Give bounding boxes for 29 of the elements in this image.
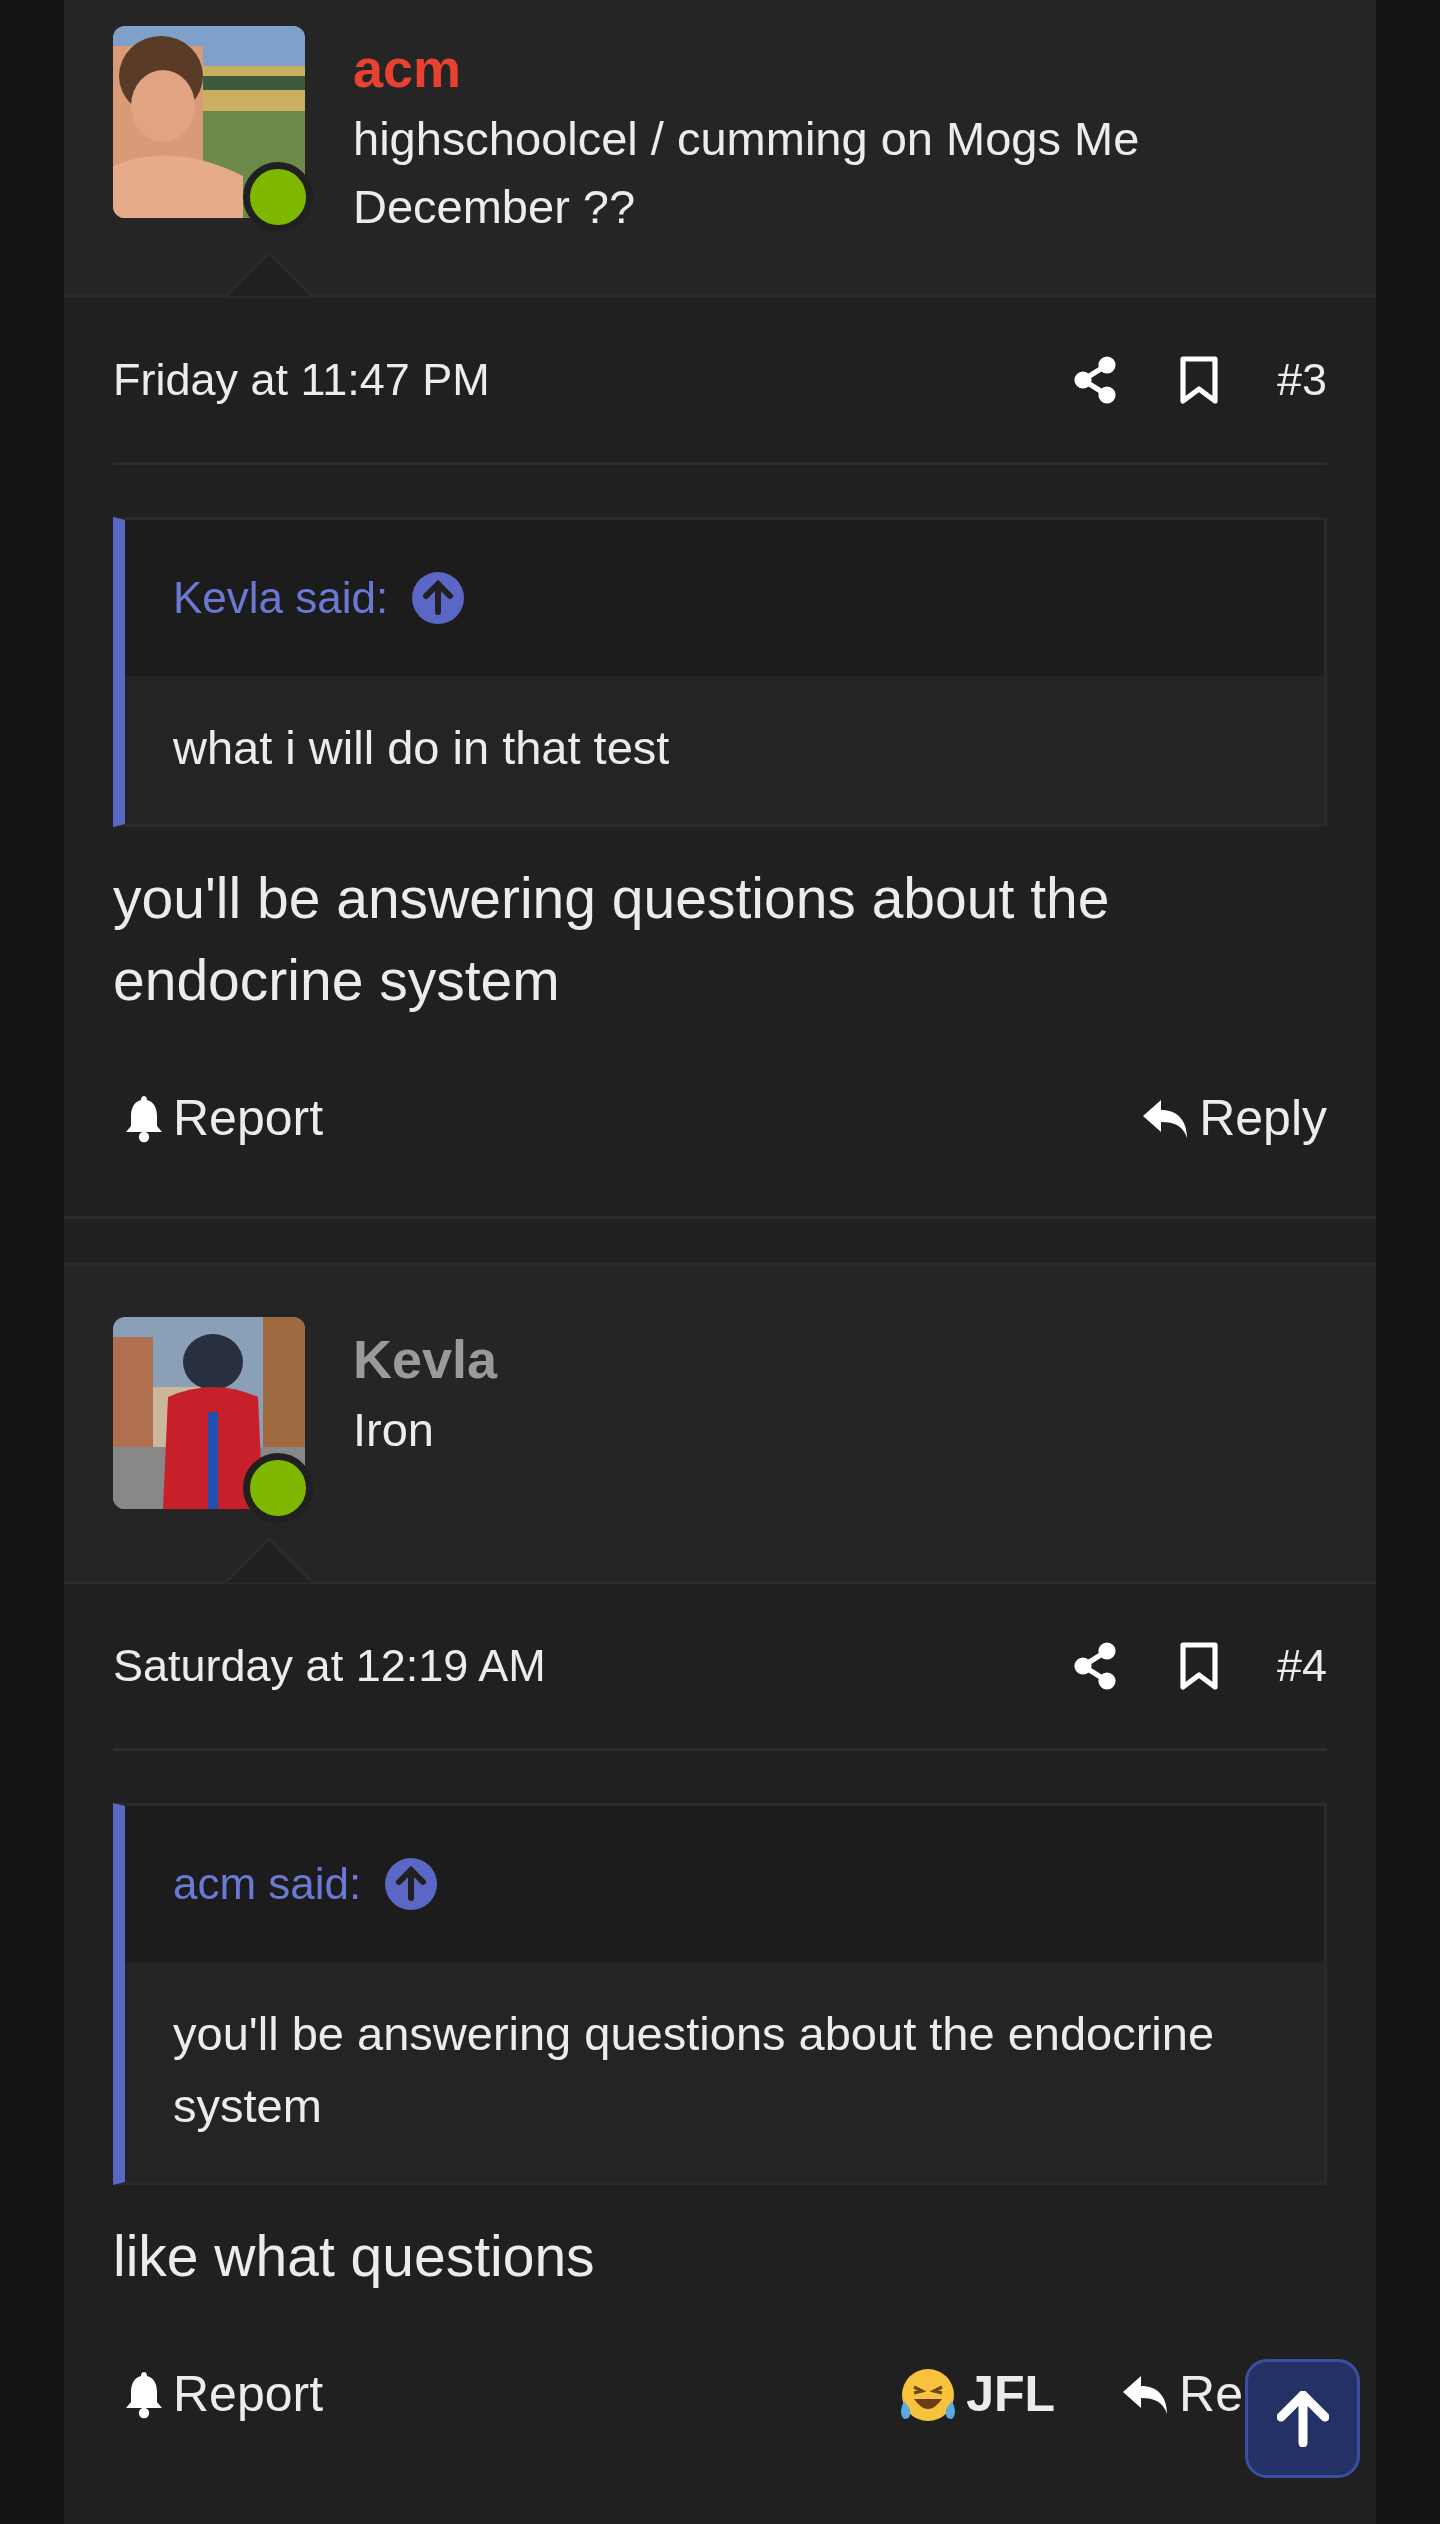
bookmark-icon[interactable] [1178,1641,1219,1691]
report-button[interactable]: Report [123,2357,324,2432]
username[interactable]: acm [353,36,1327,101]
share-icon[interactable] [1072,356,1117,404]
quote-text: you'll be answering questions about the endocrine system [125,1962,1324,2182]
username[interactable]: Kevla [353,1327,498,1392]
scroll-to-top-button[interactable] [1245,2359,1360,2478]
post-date[interactable]: Saturday at 12:19 AM [113,1632,546,1700]
post-date[interactable]: Friday at 11:47 PM [113,346,490,414]
arrow-up-circle-icon[interactable] [385,1858,438,1910]
post-body-text: you'll be answering questions about the endocrine system [113,865,1111,1014]
quote-text: what i will do in that test [125,676,1324,824]
report-button[interactable]: Report [123,1081,324,1156]
reaction-button[interactable]: JFL [898,2357,1056,2432]
post-number[interactable]: #4 [1276,1632,1327,1700]
bell-icon [123,1093,165,1144]
quote-author-link[interactable]: acm said: [173,1851,362,1917]
arrow-up-icon [1276,2390,1329,2447]
post-number[interactable]: #3 [1276,346,1327,414]
arrow-up-circle-icon[interactable] [412,572,465,624]
bookmark-icon[interactable] [1178,355,1219,405]
user-title: Iron [353,1401,435,1458]
share-icon[interactable] [1072,1642,1117,1690]
reply-button[interactable]: Reply [1141,1081,1327,1156]
post-body-text: like what questions [113,2223,596,2290]
bell-icon [123,2369,165,2420]
quote-author-link[interactable]: Kevla said: [173,565,389,631]
user-title: highschoolcel / cumming on Mogs Me December ?? [353,110,1141,235]
reply-button[interactable]: Re [1121,2357,1243,2432]
